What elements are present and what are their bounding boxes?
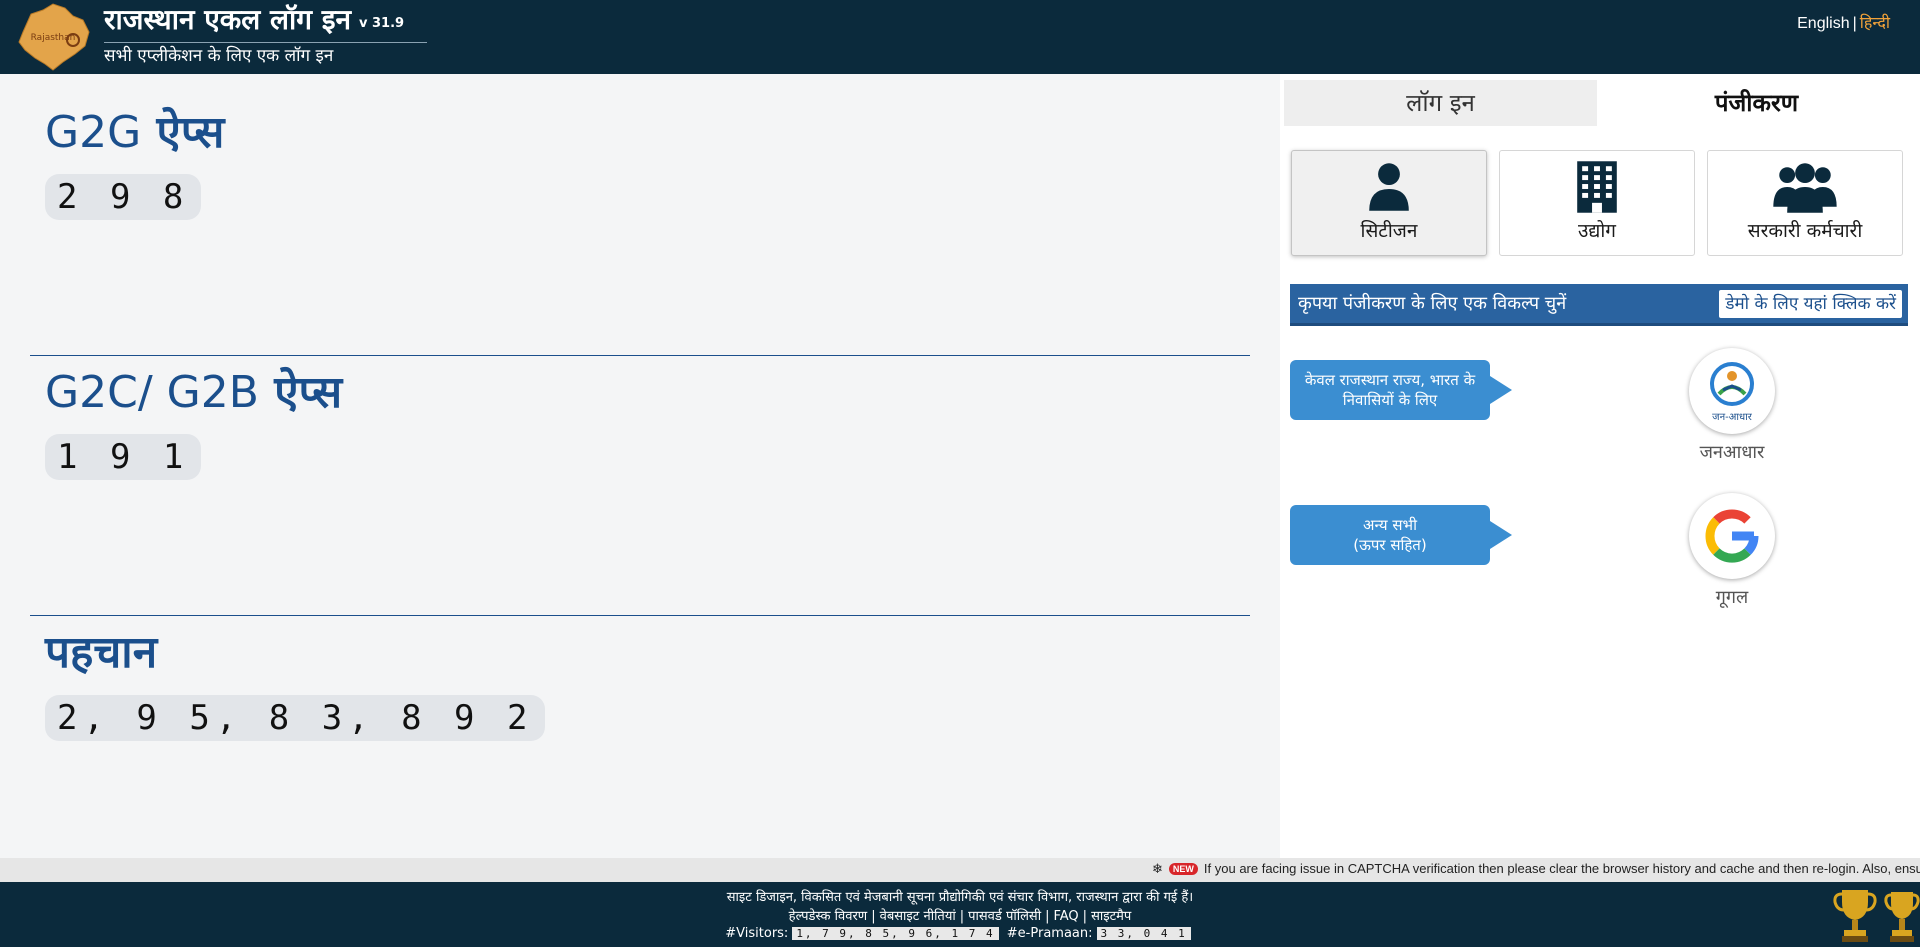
brand: राजस्थान एकल लॉग इन v 31.9 सभी एप्लीकेशन … [104,2,427,69]
trophy-icon [1884,892,1920,942]
user-type-govt-employee[interactable]: सरकारी कर्मचारी [1707,150,1903,256]
provider-name-janaadhaar: जनआधार [1699,442,1765,463]
visitors-counter: 1, 7 9, 8 5, 9 6, 1 7 4 [792,927,999,940]
bubble-line: (ऊपर सहित) [1353,536,1427,554]
demo-link[interactable]: डेमो के लिए यहां क्लिक करें [1719,290,1902,318]
footer-links: हेल्पडेस्क विवरण | वेबसाइट नीतियां | पासवर्ड… [0,906,1920,924]
janaadhaar-icon: जन-आधार [1710,362,1754,423]
janaadhaar-logo-caption: जन-आधार [1712,412,1753,423]
divider [30,615,1250,616]
tab-login[interactable]: लॉग इन [1284,80,1597,126]
users-group-icon [1773,163,1837,213]
visitors-label: #Visitors: [725,926,789,941]
divider [30,355,1250,356]
lang-hindi-link[interactable]: हिन्दी [1860,15,1890,32]
snowflake-icon: ❄ [1152,861,1163,876]
language-switcher: English | हिन्दी [1797,11,1890,33]
footer-link-password-policy[interactable]: पासवर्ड पॉलिसी [968,909,1041,924]
info-bubble-google: अन्य सभी (ऊपर सहित) [1290,505,1512,565]
lang-separator: | [1852,15,1857,32]
janaadhaar-logo: जन-आधार [1689,348,1775,434]
user-type-industry[interactable]: उद्योग [1499,150,1695,256]
new-badge: NEW [1168,863,1198,875]
tab-register[interactable]: पंजीकरण [1597,80,1916,126]
epramaan-label: #e-Pramaan: [1006,926,1093,941]
rajasthan-logo: Rajasthan [18,3,90,71]
stats-panel: G2G ऐप्स 2 9 8 G2C/ G2B ऐप्स 1 9 1 पहचान… [0,74,1280,858]
stat-title-g2c-g2b: G2C/ G2B ऐप्स [45,367,343,418]
lang-english-link[interactable]: English [1797,15,1849,32]
janaadhaar-button[interactable]: जन-आधार जनआधार [1657,348,1807,464]
registration-banner: कृपया पंजीकरण के लिए एक विकल्प चुनें डेम… [1290,284,1908,326]
footer-credit: साइट डिजाइन, विकसित एवं मेजबानी सूचना प्… [726,890,1194,905]
user-type-label: उद्योग [1577,220,1616,242]
google-icon [1705,509,1759,563]
epramaan-counter: 3 3, 0 4 1 [1096,927,1191,940]
user-type-citizen[interactable]: सिटीजन [1291,150,1487,256]
footer-link-helpdesk[interactable]: हेल्पडेस्क विवरण [789,909,868,924]
bubble-line: केवल राजस्थान राज्य, भारत के [1304,371,1476,389]
google-button[interactable]: गूगल [1657,493,1807,609]
link-separator: | [871,909,876,924]
building-icon [1577,161,1617,213]
stat-title-identity: पहचान [45,627,158,678]
app-subtitle: सभी एप्लीकेशन के लिए एक लॉग इन [104,46,334,66]
ticker-content: ❄ NEW If you are facing issue in CAPTCHA v… [1152,861,1920,877]
footer-link-policies[interactable]: वेबसाइट नीतियां [880,909,956,924]
ticker-text[interactable]: If you are facing issue in CAPTCHA verif… [1204,861,1920,876]
link-separator: | [1082,909,1088,924]
link-separator: | [959,909,965,924]
app-title: राजस्थान एकल लॉग इन v 31.9 [104,3,405,36]
user-type-label: सरकारी कर्मचारी [1747,220,1863,242]
info-bubble-janaadhaar: केवल राजस्थान राज्य, भारत के निवासियों क… [1290,360,1512,420]
news-ticker: ❄ NEW If you are facing issue in CAPTCHA v… [0,858,1920,882]
bubble-line: निवासियों के लिए [1342,391,1438,409]
google-logo [1689,493,1775,579]
footer: साइट डिजाइन, विकसित एवं मेजबानी सूचना प्… [0,882,1920,947]
header: Rajasthan राजस्थान एकल लॉग इन v 31.9 सभी … [0,0,1920,74]
registration-panel: लॉग इन पंजीकरण सिटीजन उद्योग सरकारी कर्म… [1280,74,1920,858]
footer-link-sitemap[interactable]: साइटमैप [1091,909,1131,924]
app-version: v 31.9 [359,16,405,31]
user-type-label: सिटीजन [1360,220,1418,242]
counter-g2c-g2b: 1 9 1 [45,434,202,480]
bubble-line: अन्य सभी [1363,516,1417,534]
provider-name-google: गूगल [1715,587,1749,608]
counter-g2g: 2 9 8 [45,174,202,220]
banner-text: कृपया पंजीकरण के लिए एक विकल्प चुनें [1298,293,1567,314]
link-separator: | [1045,909,1050,924]
logo-text: Rajasthan [31,33,76,43]
stat-title-g2g: G2G ऐप्स [45,107,225,158]
user-icon [1369,163,1409,211]
counter-identity: 2, 9 5, 8 3, 8 9 2 [45,695,546,741]
trophy-icon [1833,890,1877,942]
footer-link-faq[interactable]: FAQ [1053,909,1078,924]
footer-counters: #Visitors: 1, 7 9, 8 5, 9 6, 1 7 4 #e-Pra… [0,926,1920,941]
